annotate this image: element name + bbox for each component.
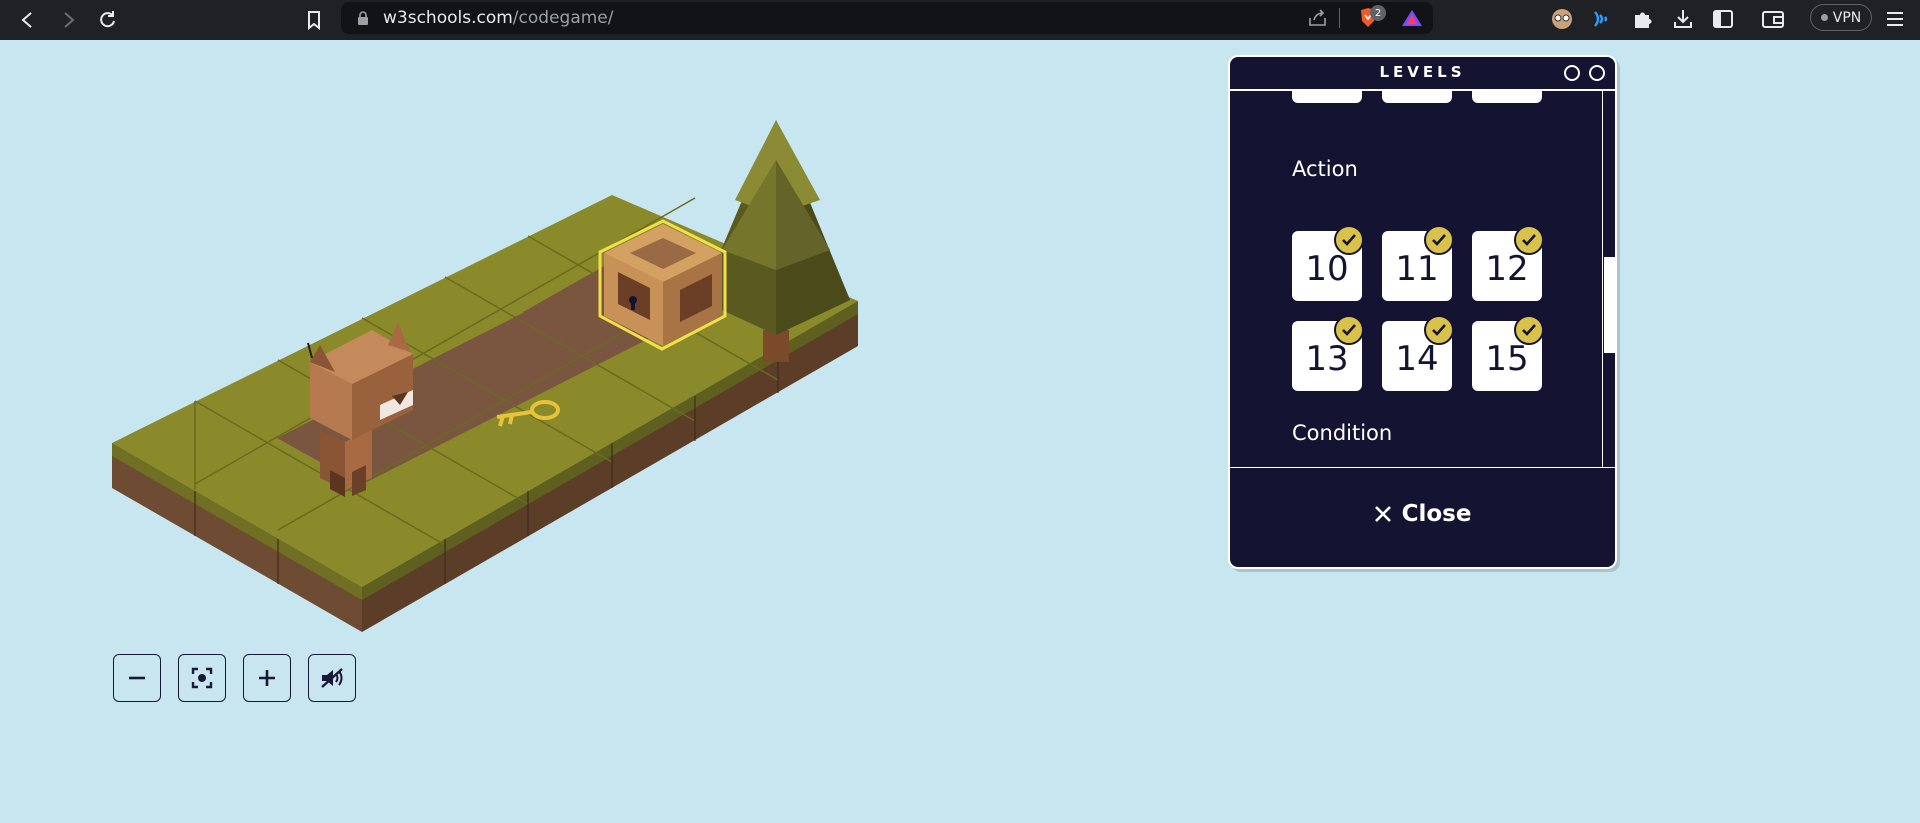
focus-icon xyxy=(191,667,213,689)
vpn-label: VPN xyxy=(1832,9,1862,26)
window-circle-1-icon[interactable] xyxy=(1564,65,1580,81)
levels-list[interactable]: Action 10 11 12 13 14 15 Condition xyxy=(1230,91,1602,467)
levels-panel-header: LEVELS xyxy=(1230,57,1615,91)
levels-panel: LEVELS Action 10 11 12 13 14 15 Conditio… xyxy=(1228,55,1617,569)
share-icon[interactable] xyxy=(1308,9,1328,27)
recenter-button[interactable] xyxy=(178,654,226,702)
vpn-button[interactable]: VPN xyxy=(1810,4,1872,31)
plus-icon xyxy=(259,670,275,686)
vpn-status-dot xyxy=(1820,14,1828,21)
sidebar-icon[interactable] xyxy=(1712,8,1734,30)
profile-icon[interactable] xyxy=(1550,8,1574,30)
level-tile-15[interactable]: 15 xyxy=(1472,315,1544,391)
level-number: 15 xyxy=(1485,339,1529,379)
brave-rewards-icon[interactable] xyxy=(1401,9,1423,27)
download-icon[interactable] xyxy=(1672,8,1694,30)
sound-off-icon xyxy=(321,668,343,688)
scrollbar-thumb[interactable] xyxy=(1604,257,1615,353)
forward-icon xyxy=(64,12,75,28)
levels-title: LEVELS xyxy=(1379,63,1466,81)
url-text: w3schools.com/codegame/ xyxy=(383,8,613,28)
sound-toggle-button[interactable] xyxy=(308,654,356,702)
completed-check-icon xyxy=(1514,225,1544,255)
extensions-icon[interactable] xyxy=(1632,8,1654,30)
wallet-connect-icon[interactable] xyxy=(1591,8,1613,30)
url-path: /codegame/ xyxy=(512,8,614,28)
level-number: 10 xyxy=(1305,249,1349,289)
back-icon xyxy=(21,12,32,28)
lock-icon xyxy=(358,11,368,25)
level-tile-12[interactable]: 12 xyxy=(1472,225,1544,301)
zoom-in-button[interactable] xyxy=(243,654,291,702)
browser-toolbar: w3schools.com/codegame/ 2 VPN xyxy=(0,0,1920,40)
levels-scrollbar[interactable] xyxy=(1602,91,1615,467)
reload-icon xyxy=(100,11,115,28)
divider xyxy=(1339,8,1340,28)
completed-check-icon xyxy=(1514,315,1544,345)
level-tile-partial[interactable] xyxy=(1472,91,1542,103)
level-number: 12 xyxy=(1485,249,1529,289)
game-board[interactable] xyxy=(0,40,900,660)
levels-panel-footer: Close xyxy=(1230,467,1615,567)
level-tile-partial[interactable] xyxy=(1292,91,1362,103)
level-tile-partial[interactable] xyxy=(1382,91,1452,103)
shield-count-badge: 2 xyxy=(1370,5,1386,21)
minus-icon xyxy=(129,676,145,680)
url-domain: w3schools.com xyxy=(383,8,513,28)
close-icon xyxy=(1374,506,1391,522)
bookmark-button[interactable] xyxy=(300,6,328,34)
forward-button[interactable] xyxy=(54,6,82,34)
menu-icon[interactable] xyxy=(1884,8,1906,30)
completed-check-icon xyxy=(1424,225,1454,255)
level-number: 14 xyxy=(1395,339,1439,379)
level-number: 11 xyxy=(1395,249,1439,289)
level-tile-13[interactable]: 13 xyxy=(1292,315,1364,391)
completed-check-icon xyxy=(1424,315,1454,345)
address-bar[interactable]: w3schools.com/codegame/ 2 xyxy=(341,2,1433,34)
level-tile-11[interactable]: 11 xyxy=(1382,225,1454,301)
window-circle-2-icon[interactable] xyxy=(1589,65,1605,81)
level-tile-10[interactable]: 10 xyxy=(1292,225,1364,301)
zoom-out-button[interactable] xyxy=(113,654,161,702)
reload-button[interactable] xyxy=(94,6,122,34)
section-title-condition: Condition xyxy=(1292,421,1393,445)
back-button[interactable] xyxy=(14,6,42,34)
section-title-action: Action xyxy=(1292,157,1358,181)
wallet-icon[interactable] xyxy=(1761,8,1785,30)
level-number: 13 xyxy=(1305,339,1349,379)
completed-check-icon xyxy=(1334,315,1364,345)
bookmark-icon xyxy=(308,11,320,30)
level-tile-14[interactable]: 14 xyxy=(1382,315,1454,391)
completed-check-icon xyxy=(1334,225,1364,255)
close-label: Close xyxy=(1401,501,1472,527)
close-button[interactable]: Close xyxy=(1230,494,1615,534)
